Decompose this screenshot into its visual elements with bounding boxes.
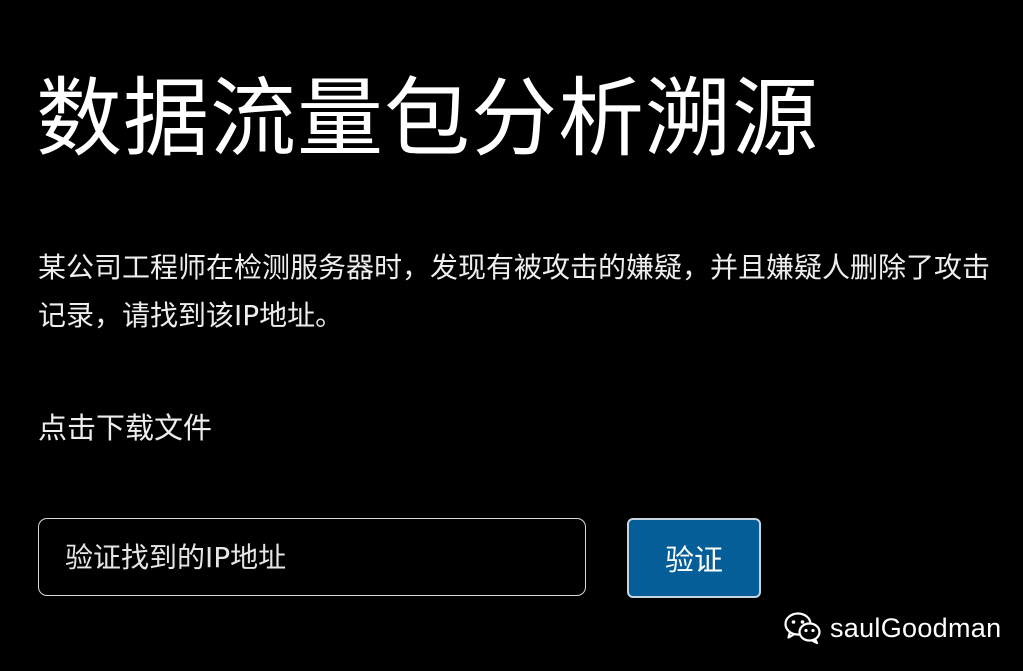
page-title: 数据流量包分析溯源 [36,69,819,169]
download-file-link[interactable]: 点击下载文件 [38,408,212,448]
wechat-icon [784,611,822,645]
challenge-description: 某公司工程师在检测服务器时，发现有被攻击的嫌疑，并且嫌疑人删除了攻击记录，请找到… [38,251,991,332]
watermark: saulGoodman [784,608,1001,648]
watermark-text: saulGoodman [830,612,1002,643]
verify-button[interactable]: 验证 [627,518,761,598]
ip-address-input[interactable] [38,518,586,596]
